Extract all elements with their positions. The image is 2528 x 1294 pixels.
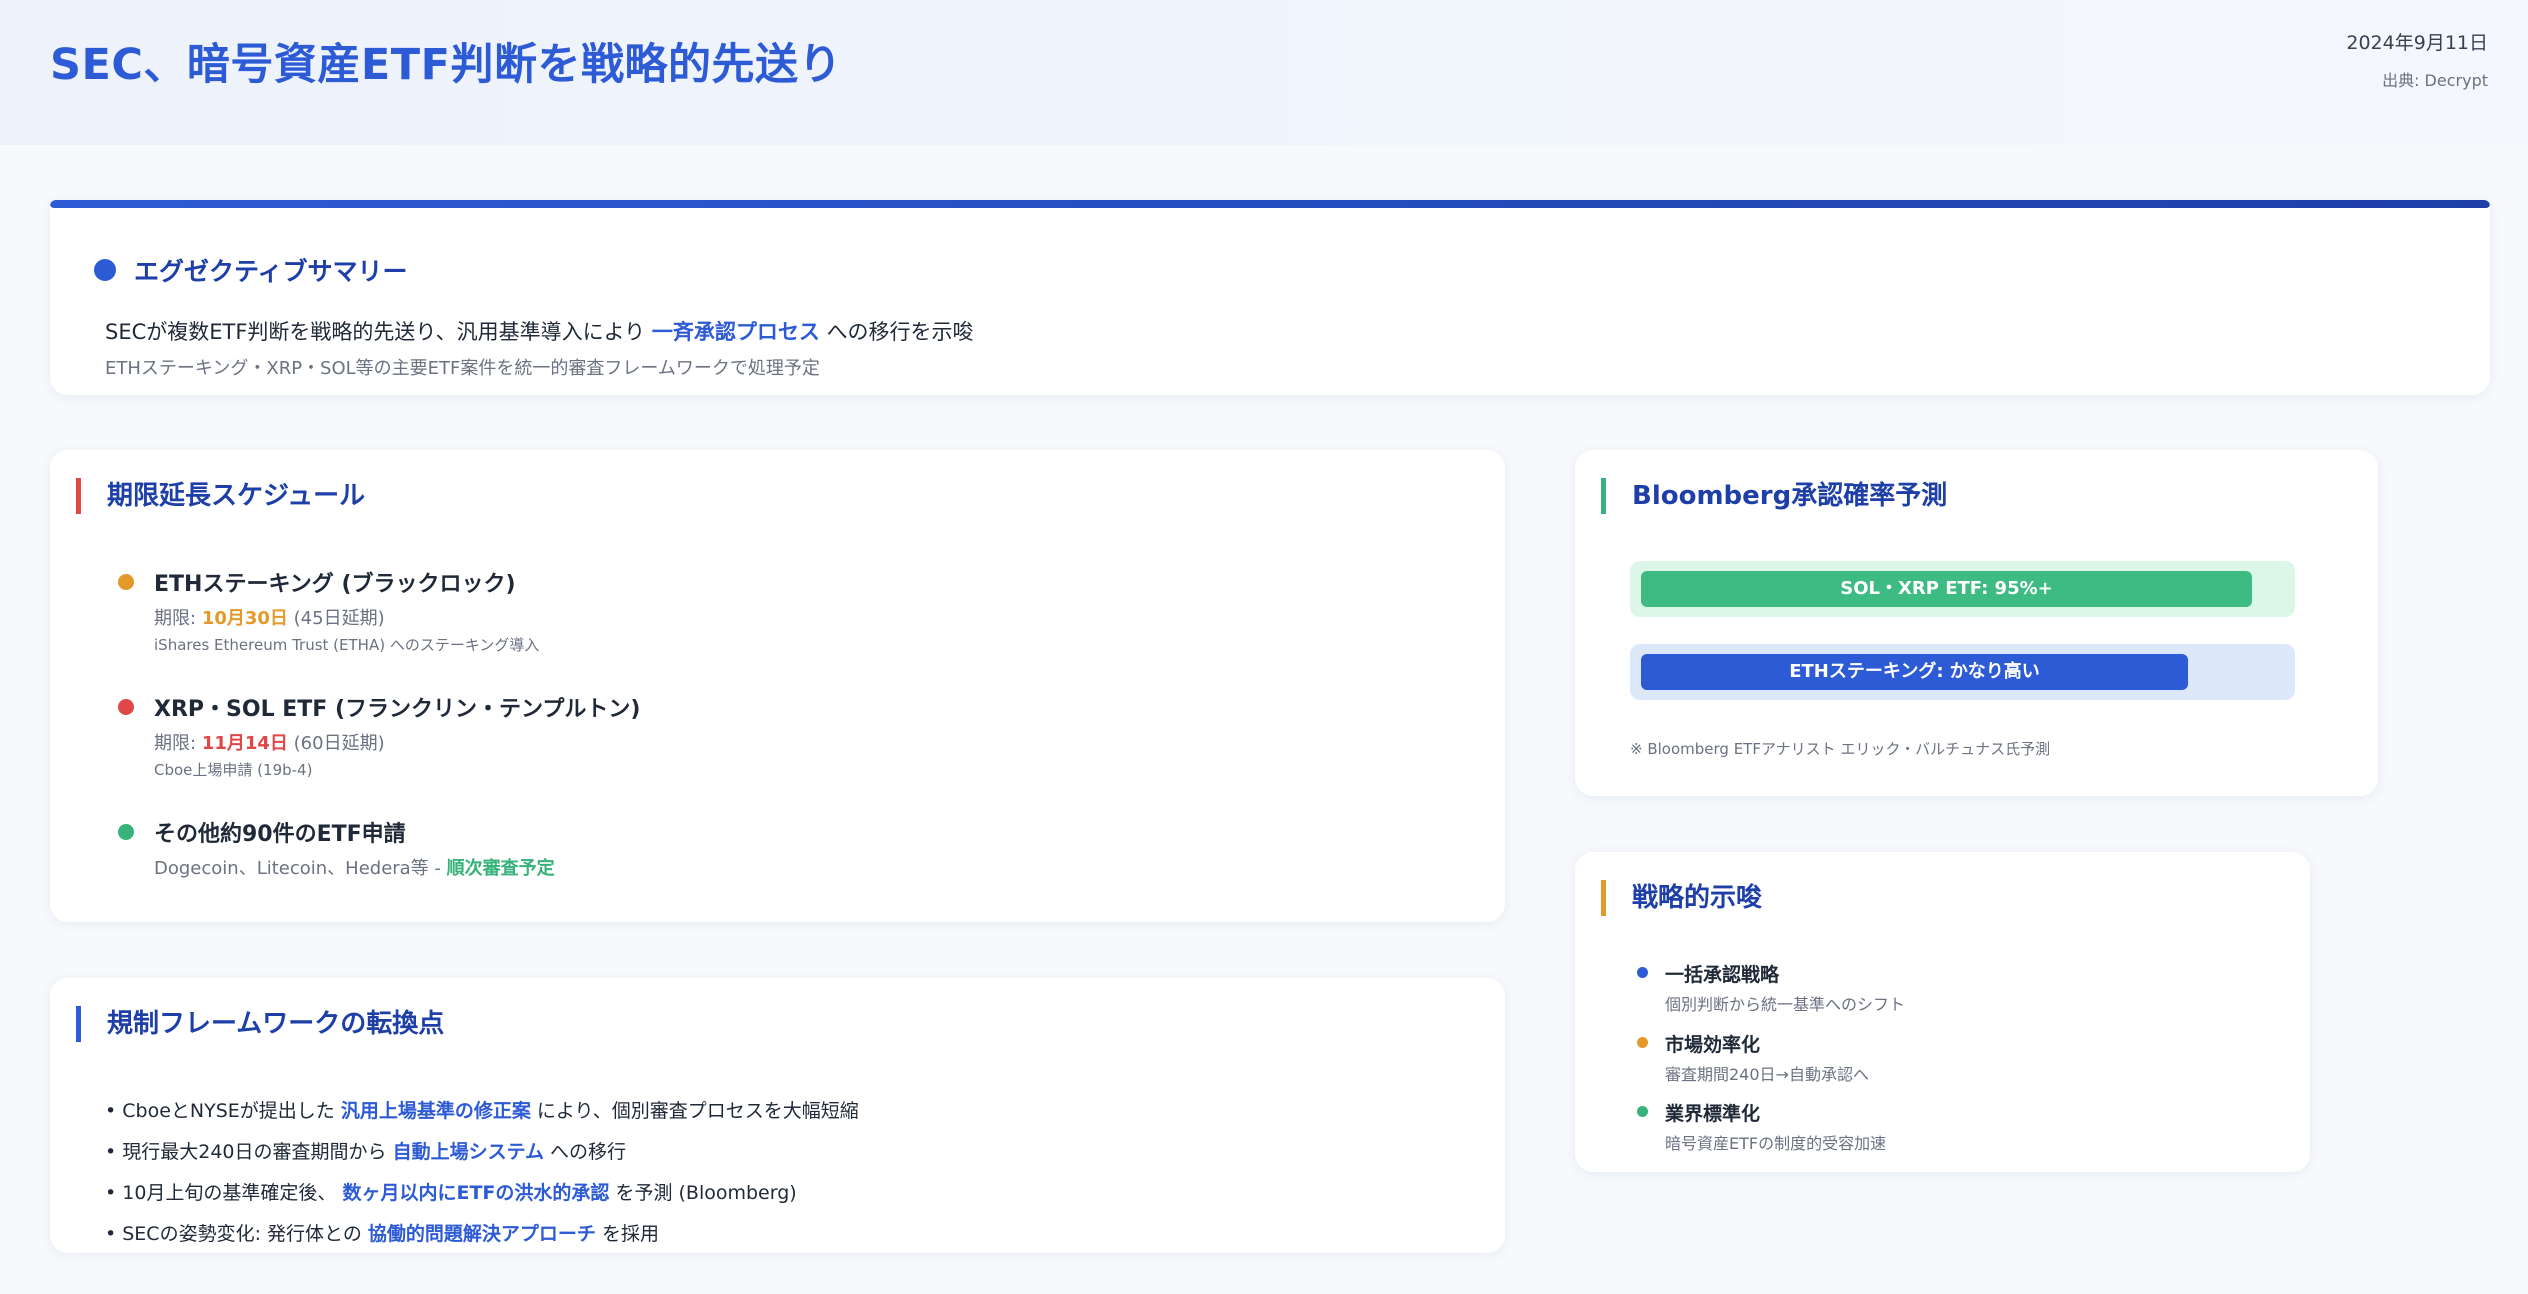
executive-summary-card: エグゼクティブサマリー SECが複数ETF判断を戦略的先送り、汎用基準導入により… [50, 200, 2490, 395]
orange-dot-icon [1637, 1037, 1648, 1048]
probability-fill: ETHステーキング: かなり高い [1641, 654, 2188, 690]
page-title: SEC、暗号資産ETF判断を戦略的先送り [50, 40, 842, 90]
orange-dot-icon [118, 574, 134, 590]
strategy-item-desc: 暗号資産ETFの制度的受容加速 [1665, 1134, 1887, 1153]
fw-text: • 現行最大240日の審査期間から [105, 1141, 387, 1163]
red-dot-icon [118, 699, 134, 715]
strategy-item-desc: 審査期間240日→自動承認へ [1665, 1065, 1869, 1084]
summary-heading: エグゼクティブサマリー [94, 252, 408, 288]
deadline-date: 11月14日 [201, 733, 288, 754]
page-header: SEC、暗号資産ETF判断を戦略的先送り 2024年9月11日 出典: Decr… [0, 0, 2528, 145]
probability-bar-eth-staking: ETHステーキング: かなり高い [1630, 644, 2295, 700]
schedule-item-name: XRP・SOL ETF (フランクリン・テンプルトン) [154, 697, 641, 722]
bloomberg-note: ※ Bloomberg ETFアナリスト エリック・バルチュナス氏予測 [1630, 740, 2051, 758]
deadline-extension: (60日延期) [293, 733, 385, 754]
probability-fill: SOL・XRP ETF: 95%+ [1641, 571, 2252, 607]
strategy-item-name: 業界標準化 [1665, 1103, 1761, 1125]
schedule-item-note: Cboe上場申請 (19b-4) [154, 761, 313, 779]
fw-highlight: 数ヶ月以内にETFの洪水的承認 [342, 1182, 610, 1204]
summary-sub-text: ETHステーキング・XRP・SOL等の主要ETF案件を統一的審査フレームワークで… [105, 358, 820, 379]
regulatory-framework-card: 規制フレームワークの転換点 • CboeとNYSEが提出した 汎用上場基準の修正… [50, 978, 1505, 1253]
fw-text: への移行 [550, 1141, 627, 1163]
summary-main-after: への移行を示唆 [826, 320, 974, 344]
strategy-item-name: 一括承認戦略 [1665, 964, 1780, 986]
fw-text: を予測 (Bloomberg) [615, 1182, 797, 1204]
others-desc: Dogecoin、Litecoin、Hedera等 - [154, 858, 441, 879]
deadline-extension: (45日延期) [293, 608, 385, 629]
fw-text: を採用 [601, 1223, 659, 1245]
summary-accent-bar [50, 200, 2490, 208]
summary-main-highlight: 一斉承認プロセス [651, 320, 820, 344]
framework-item: • 現行最大240日の審査期間から 自動上場システム への移行 [105, 1137, 626, 1164]
fw-highlight: 自動上場システム [392, 1141, 544, 1163]
deadline-date: 10月30日 [201, 608, 288, 629]
green-dot-icon [1637, 1106, 1648, 1117]
schedule-item-note: iShares Ethereum Trust (ETHA) へのステーキング導入 [154, 636, 540, 654]
green-dot-icon [118, 824, 134, 840]
schedule-item-deadline: 期限: 10月30日 (45日延期) [154, 604, 539, 630]
deadline-label: 期限: [154, 733, 197, 754]
probability-bar-sol-xrp: SOL・XRP ETF: 95%+ [1630, 561, 2295, 617]
summary-bullet-icon [94, 259, 116, 281]
strategy-title: 戦略的示唆 [1601, 880, 1762, 916]
strategy-item-name: 市場効率化 [1665, 1034, 1761, 1056]
summary-title: エグゼクティブサマリー [134, 257, 408, 286]
deadline-schedule-card: 期限延長スケジュール ETHステーキング (ブラックロック) 期限: 10月30… [50, 450, 1505, 922]
schedule-item-name: その他約90件のETF申請 [154, 822, 406, 847]
strategic-implications-card: 戦略的示唆 一括承認戦略 個別判断から統一基準へのシフト 市場効率化 審査期間2… [1575, 852, 2310, 1172]
schedule-title: 期限延長スケジュール [76, 478, 365, 514]
strategy-item-desc: 個別判断から統一基準へのシフト [1665, 995, 1906, 1014]
source-label: 出典: Decrypt [2382, 71, 2488, 90]
framework-title: 規制フレームワークの転換点 [76, 1006, 444, 1042]
fw-highlight: 汎用上場基準の修正案 [340, 1100, 531, 1122]
schedule-item-xrp-sol: XRP・SOL ETF (フランクリン・テンプルトン) 期限: 11月14日 (… [118, 691, 640, 780]
bloomberg-title: Bloomberg承認確率予測 [1601, 478, 1947, 514]
schedule-item-others: その他約90件のETF申請 Dogecoin、Litecoin、Hedera等 … [118, 816, 555, 880]
fw-text: • SECの姿勢変化: 発行体との [105, 1223, 362, 1245]
others-status: 順次審査予定 [446, 858, 555, 879]
schedule-item-desc: Dogecoin、Litecoin、Hedera等 - 順次審査予定 [154, 854, 555, 880]
strategy-item: 一括承認戦略 個別判断から統一基準へのシフト [1637, 960, 1905, 1015]
fw-text: • CboeとNYSEが提出した [105, 1100, 335, 1122]
schedule-item-deadline: 期限: 11月14日 (60日延期) [154, 729, 640, 755]
article-meta: 2024年9月11日 出典: Decrypt [2346, 28, 2488, 91]
summary-main-text: SECが複数ETF判断を戦略的先送り、汎用基準導入により 一斉承認プロセス への… [105, 316, 974, 346]
framework-item: • 10月上旬の基準確定後、 数ヶ月以内にETFの洪水的承認 を予測 (Bloo… [105, 1178, 797, 1205]
fw-highlight: 協働的問題解決アプローチ [367, 1223, 596, 1245]
framework-item: • CboeとNYSEが提出した 汎用上場基準の修正案 により、個別審査プロセス… [105, 1096, 859, 1123]
strategy-item: 業界標準化 暗号資産ETFの制度的受容加速 [1637, 1099, 1886, 1154]
deadline-label: 期限: [154, 608, 197, 629]
strategy-item: 市場効率化 審査期間240日→自動承認へ [1637, 1030, 1869, 1085]
publish-date: 2024年9月11日 [2346, 32, 2488, 54]
blue-dot-icon [1637, 967, 1648, 978]
summary-main-before: SECが複数ETF判断を戦略的先送り、汎用基準導入により [105, 320, 646, 344]
schedule-item-eth-staking: ETHステーキング (ブラックロック) 期限: 10月30日 (45日延期) i… [118, 566, 539, 655]
fw-text: により、個別審査プロセスを大幅短縮 [536, 1100, 859, 1122]
schedule-item-name: ETHステーキング (ブラックロック) [154, 572, 516, 597]
framework-item: • SECの姿勢変化: 発行体との 協働的問題解決アプローチ を採用 [105, 1219, 659, 1246]
fw-text: • 10月上旬の基準確定後、 [105, 1182, 337, 1204]
bloomberg-probability-card: Bloomberg承認確率予測 SOL・XRP ETF: 95%+ ETHステー… [1575, 450, 2378, 796]
